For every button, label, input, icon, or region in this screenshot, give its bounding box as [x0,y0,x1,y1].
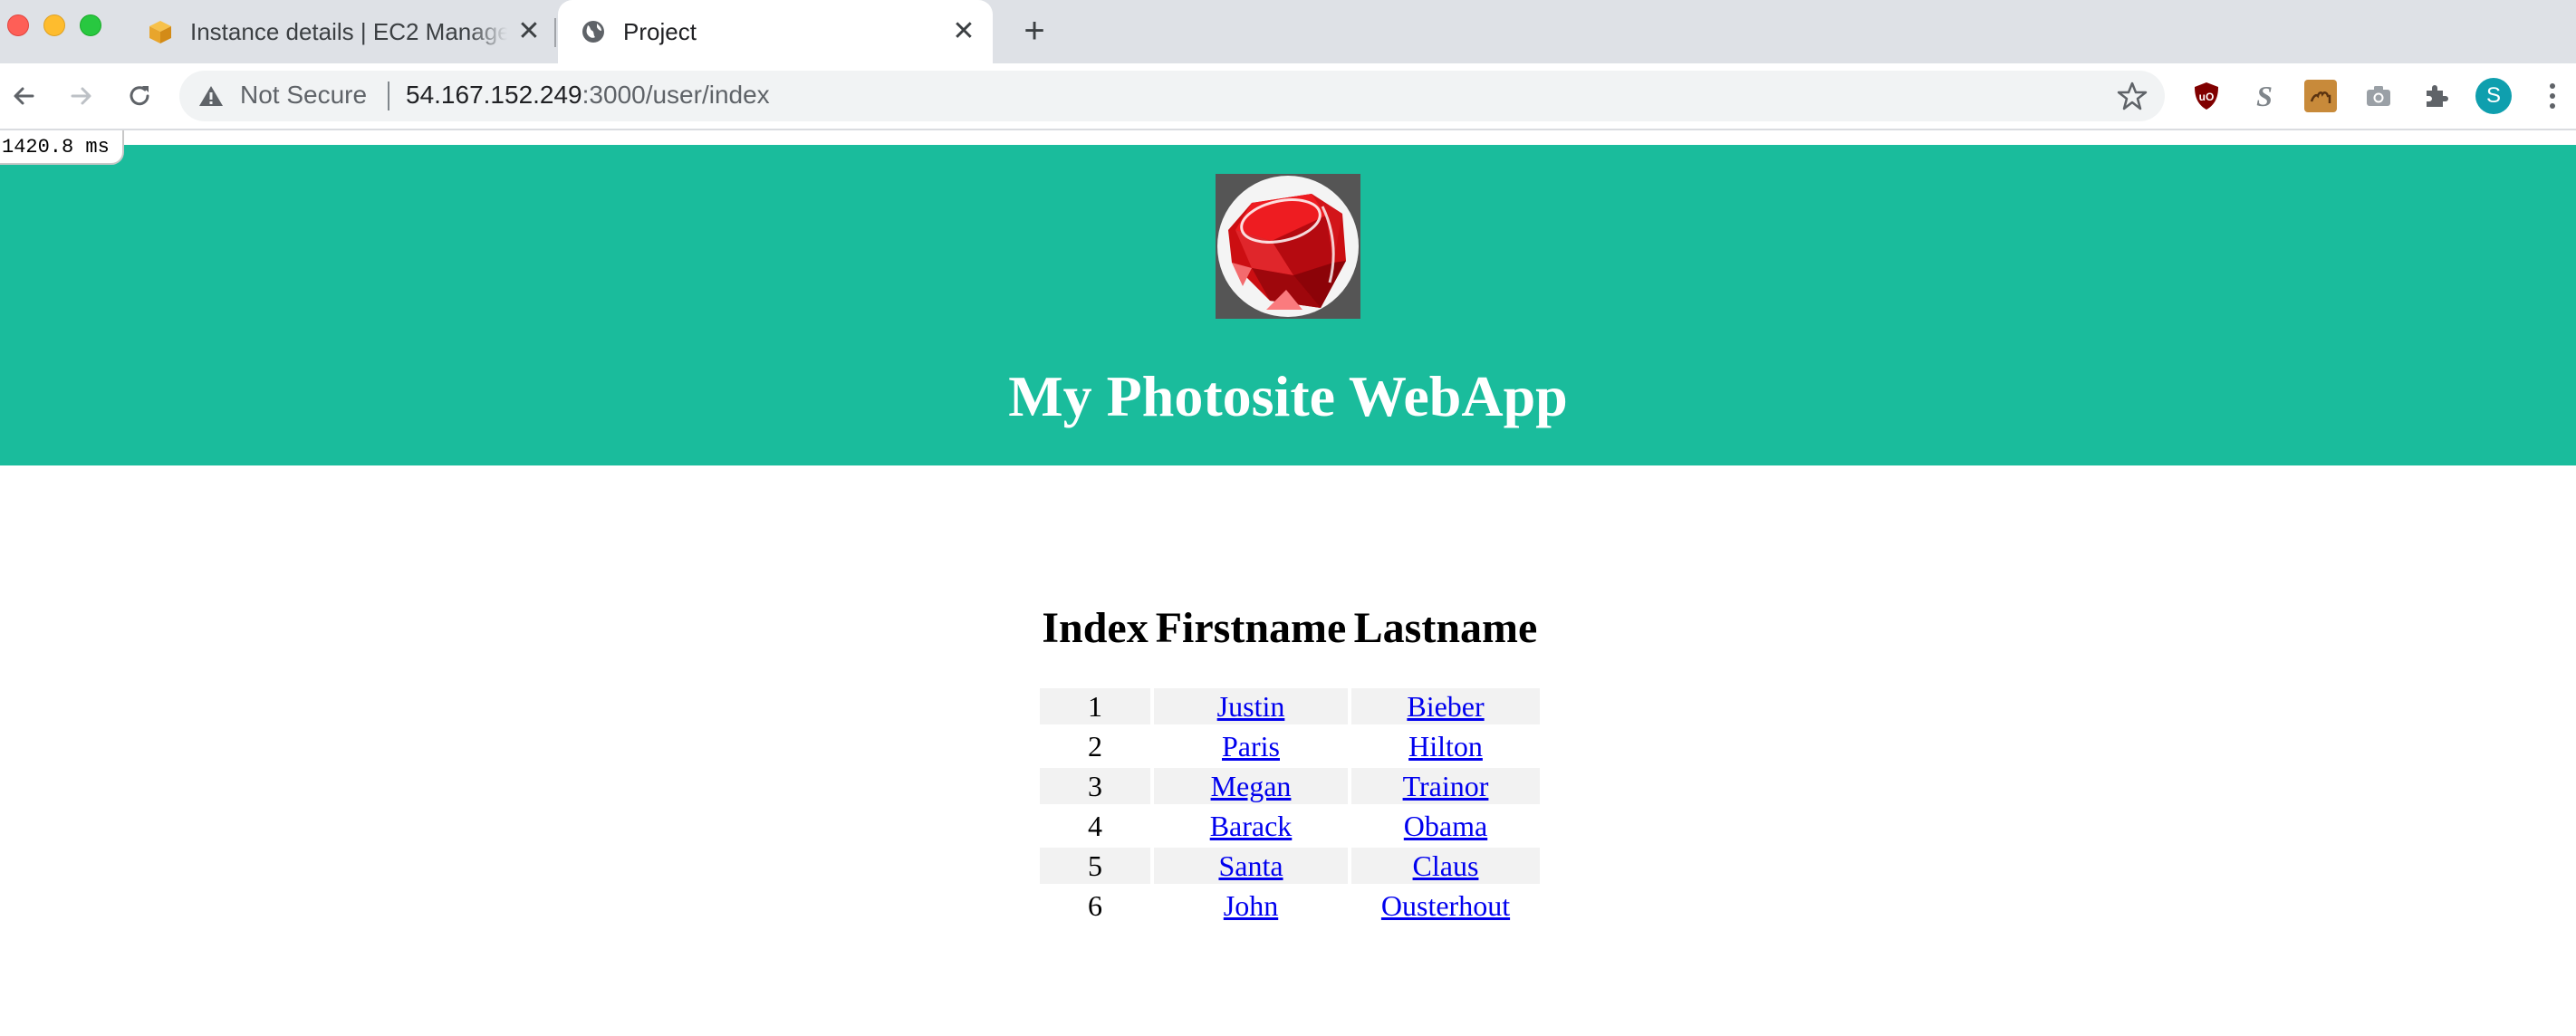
browser-menu-icon[interactable] [2536,80,2569,112]
tab-project[interactable]: Project ✕ [558,0,993,63]
firstname-link[interactable]: Justin [1217,690,1285,723]
tab-title: Project [623,18,697,45]
reload-icon [130,86,149,106]
firstname-link[interactable]: Megan [1211,770,1292,802]
extensions-puzzle-icon[interactable] [2420,80,2453,112]
site-title: My Photosite WebApp [1008,364,1568,428]
cell-firstname: Santa [1154,848,1348,884]
lastname-link[interactable]: Trainor [1403,770,1489,802]
lastname-link[interactable]: Bieber [1407,690,1484,723]
menu-dot [2550,103,2555,109]
warning-triangle-icon[interactable] [197,83,225,109]
cell-index: 2 [1088,730,1102,763]
cell-lastname: Ousterhout [1351,887,1540,924]
user-table: Index Firstname Lastname 1 Justin Bieber… [1036,598,1543,927]
address-bar-separator [388,82,389,110]
user-table-container: Index Firstname Lastname 1 Justin Bieber… [1036,598,1543,927]
ublock-origin-icon[interactable]: uO [2190,80,2223,112]
cell-index: 6 [1088,889,1102,922]
url-host: 54.167.152.249 [406,81,582,109]
tab-separator [554,18,556,47]
tab-title: Instance details | EC2 Management Consol… [190,18,507,45]
s-extension-icon[interactable]: S [2248,80,2281,112]
cell-firstname: Justin [1154,688,1348,724]
firstname-link[interactable]: John [1224,889,1278,922]
toolbar-divider [0,129,2576,130]
cell-lastname: Trainor [1351,768,1540,804]
tab-close-icon[interactable]: ✕ [949,16,978,46]
tab-ec2-instance-details[interactable]: Instance details | EC2 Management Consol… [136,0,553,63]
table-header-row: Index Firstname Lastname [1040,601,1540,685]
new-tab-button[interactable]: + [1018,11,1051,51]
cell-lastname: Bieber [1351,688,1540,724]
security-status-label[interactable]: Not Secure [240,81,367,110]
globe-icon [582,21,604,43]
table-row: 2 Paris Hilton [1040,728,1540,764]
forward-arrow-icon [71,87,91,105]
header-firstname: Firstname [1155,604,1347,652]
firstname-link[interactable]: Santa [1218,849,1283,882]
aws-box-icon [149,21,171,43]
load-timing-badge: 1420.8 ms [0,130,124,165]
window-zoom-button[interactable] [80,14,101,36]
cell-firstname: John [1154,887,1348,924]
camera-icon[interactable] [2362,80,2395,112]
cell-firstname: Megan [1154,768,1348,804]
camel-icon [2310,91,2331,103]
cell-lastname: Hilton [1351,728,1540,764]
cell-index: 5 [1040,848,1150,884]
lastname-link[interactable]: Hilton [1408,730,1483,763]
cell-index: 1 [1040,688,1150,724]
cell-lastname: Claus [1351,848,1540,884]
lastname-link[interactable]: Obama [1404,810,1487,842]
back-arrow-icon [14,87,34,105]
lastname-link[interactable]: Ousterhout [1381,889,1510,922]
profile-avatar[interactable]: S [2475,78,2512,114]
cell-index: 3 [1040,768,1150,804]
url-text[interactable]: 54.167.152.249:3000/user/index [406,81,770,110]
cell-firstname: Paris [1154,728,1348,764]
url-path: :3000/user/index [582,81,770,109]
table-row: 3 Megan Trainor [1040,768,1540,804]
menu-dot [2550,93,2555,99]
firstname-link[interactable]: Barack [1210,810,1293,842]
header-index: Index [1042,604,1149,652]
table-row: 5 Santa Claus [1040,848,1540,884]
table-row: 1 Justin Bieber [1040,688,1540,724]
reload-button[interactable] [120,76,159,116]
window-minimize-button[interactable] [43,14,65,36]
ruby-logo [1216,174,1360,319]
camel-extension-icon[interactable] [2304,80,2337,112]
tab-close-icon[interactable]: ✕ [514,16,543,46]
table-row: 6 John Ousterhout [1040,887,1540,924]
table-row: 4 Barack Obama [1040,808,1540,844]
cell-lastname: Obama [1351,808,1540,844]
cell-index: 4 [1088,810,1102,842]
bookmark-star-icon[interactable] [2116,80,2148,112]
header-lastname: Lastname [1353,604,1538,652]
forward-button[interactable] [62,76,101,116]
firstname-link[interactable]: Paris [1222,730,1280,763]
window-close-button[interactable] [7,14,29,36]
cell-firstname: Barack [1154,808,1348,844]
lastname-link[interactable]: Claus [1413,849,1479,882]
menu-dot [2550,83,2555,89]
back-button[interactable] [4,76,43,116]
svg-text:uO: uO [2199,91,2215,103]
